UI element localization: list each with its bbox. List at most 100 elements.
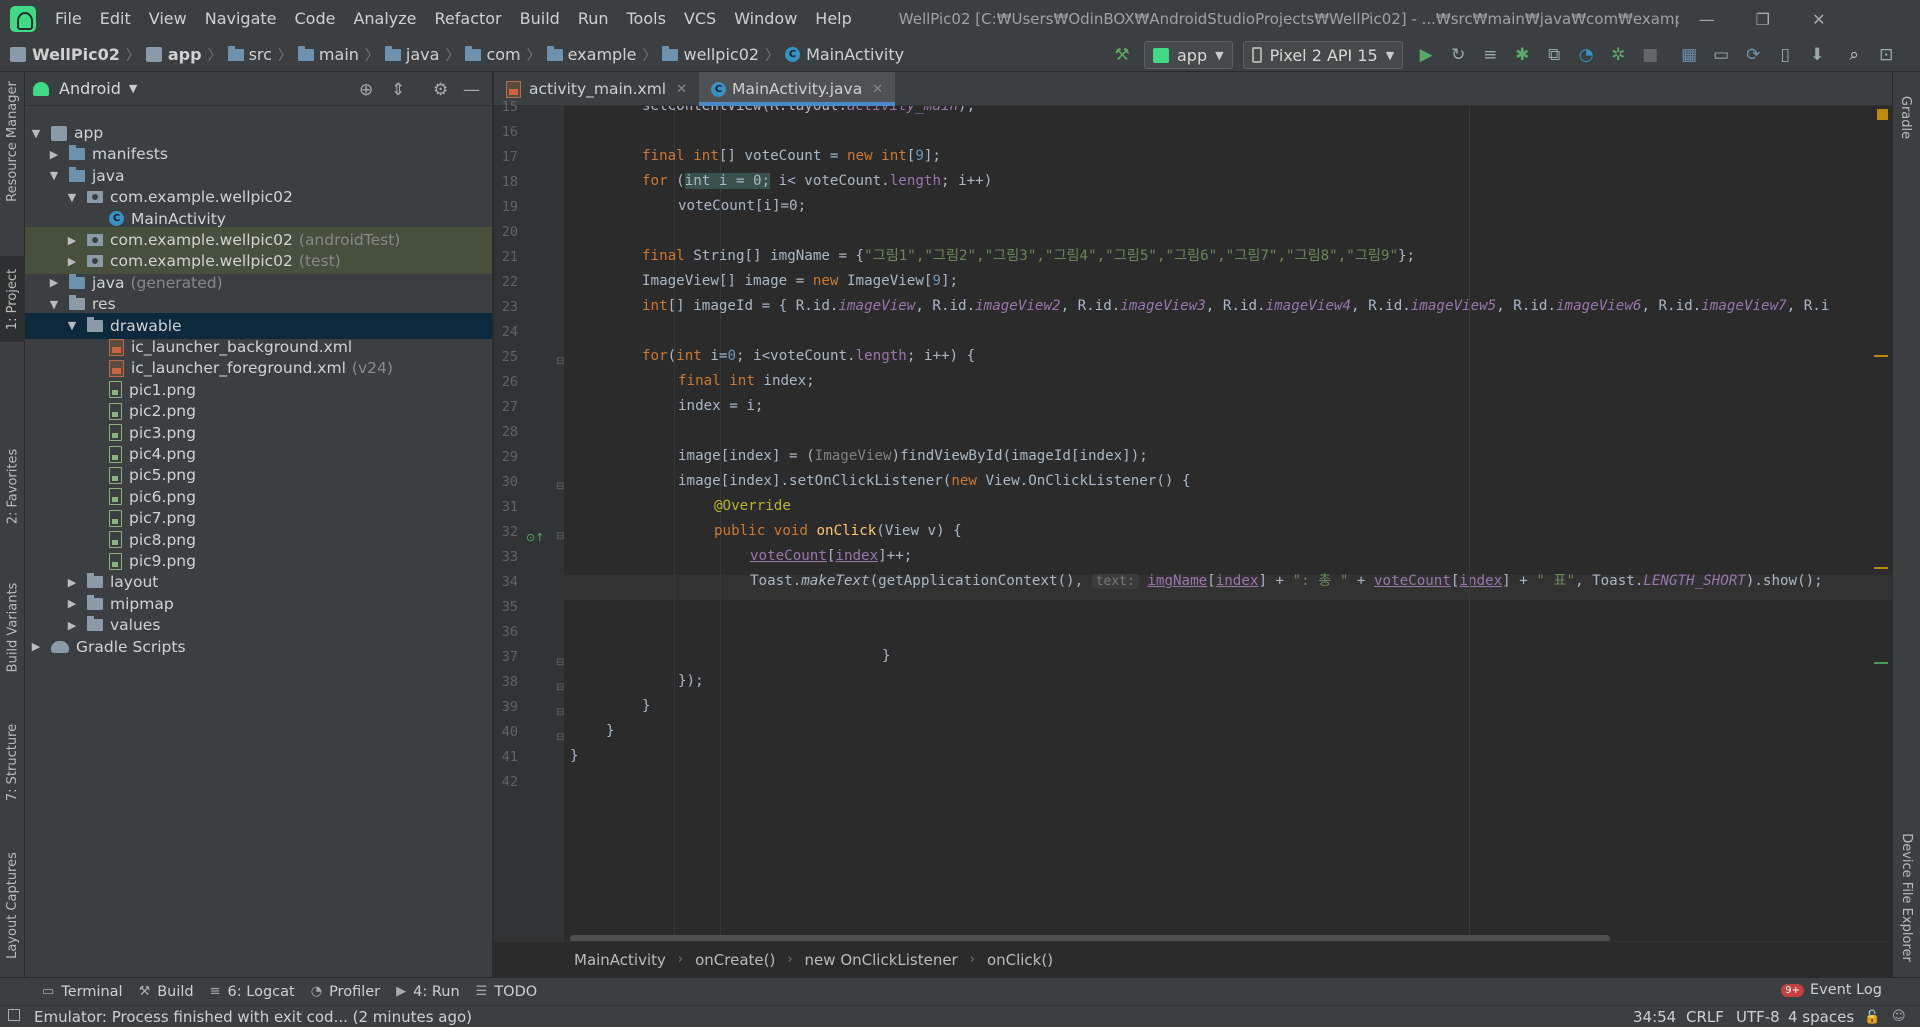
chevron-right-icon[interactable]: ▶	[47, 276, 61, 289]
crumb-project[interactable]: WellPic02 〉	[0, 45, 140, 65]
locate-icon[interactable]: ⊕	[359, 80, 373, 100]
chevron-down-icon[interactable]: ▼	[29, 127, 43, 140]
analysis-status-icon[interactable]	[1877, 109, 1888, 120]
chevron-right-icon[interactable]: ▶	[65, 619, 79, 632]
tab-todo[interactable]: ☰ TODO	[476, 984, 538, 1000]
run-config-select[interactable]: app ▼	[1144, 41, 1233, 69]
tab-project[interactable]: 1: Project	[0, 256, 25, 342]
chevron-down-icon[interactable]: ▼	[65, 319, 79, 332]
file-encoding[interactable]: UTF-8	[1736, 1008, 1780, 1026]
menu-refactor[interactable]: Refactor	[426, 0, 511, 38]
warning-stripe[interactable]	[1874, 567, 1888, 569]
event-log-tab[interactable]: 9+ Event Log	[1781, 982, 1882, 998]
debug-icon[interactable]: ✱	[1509, 42, 1535, 68]
tab-structure[interactable]: 7: Structure	[0, 712, 25, 812]
warning-stripe[interactable]	[1874, 355, 1888, 357]
status-toggle-icon[interactable]	[8, 1009, 20, 1021]
close-window-icon[interactable]: ✕	[1791, 10, 1847, 29]
menu-edit[interactable]: Edit	[91, 0, 140, 38]
device-select[interactable]: Pixel 2 API 15 ▼	[1242, 41, 1404, 69]
attach-debugger-icon[interactable]: ⧉	[1541, 42, 1567, 68]
crumb-example[interactable]: example 〉	[541, 45, 656, 65]
override-marker-icon[interactable]: ⊙↑	[526, 531, 544, 544]
tab-mainactivity-java[interactable]: C MainActivity.java ✕	[699, 72, 896, 106]
crumb-method[interactable]: onCreate()	[695, 951, 775, 969]
menu-navigate[interactable]: Navigate	[196, 0, 286, 38]
close-icon[interactable]: ✕	[676, 82, 687, 97]
crumb-anon-class[interactable]: new OnClickListener	[805, 951, 958, 969]
status-message[interactable]: Emulator: Process finished with exit cod…	[34, 1008, 472, 1026]
sdk-manager-icon[interactable]: ⬇	[1804, 42, 1830, 68]
hammer-build-icon[interactable]: ⚒	[1109, 42, 1135, 68]
tab-run[interactable]: ▶ 4: Run	[396, 984, 460, 1000]
indent-setting[interactable]: 4 spaces	[1788, 1008, 1854, 1026]
tab-logcat[interactable]: ≡ 6: Logcat	[210, 984, 295, 1000]
menu-window[interactable]: Window	[725, 0, 806, 38]
chevron-right-icon[interactable]: ▶	[65, 255, 79, 268]
tab-terminal[interactable]: ▭ Terminal	[42, 984, 123, 1000]
project-view-select[interactable]: Android	[59, 79, 121, 98]
lock-icon[interactable]: 🔓	[1864, 1010, 1880, 1025]
stop-icon[interactable]: ■	[1637, 42, 1663, 68]
tab-favorites[interactable]: 2: Favorites	[0, 444, 25, 528]
debug-attach-icon[interactable]: ✲	[1605, 42, 1631, 68]
tab-resource-manager[interactable]: Resource Manager	[0, 76, 25, 206]
sync-gradle-icon[interactable]: ⟳	[1740, 42, 1766, 68]
menu-file[interactable]: File	[46, 0, 91, 38]
crumb-wellpic02[interactable]: wellpic02 〉	[656, 45, 779, 65]
menu-help[interactable]: Help	[806, 0, 860, 38]
close-icon[interactable]: ✕	[872, 82, 883, 97]
crumb-class[interactable]: MainActivity	[574, 951, 666, 969]
tab-build[interactable]: ⚒ Build	[139, 984, 194, 1000]
apply-code-changes-icon[interactable]: ≡	[1477, 42, 1503, 68]
crumb-com[interactable]: com 〉	[459, 45, 541, 65]
collapse-all-icon[interactable]: ⇕	[391, 80, 405, 100]
apply-changes-icon[interactable]: ↻	[1445, 42, 1471, 68]
run-icon[interactable]: ▶	[1413, 42, 1439, 68]
caret-position[interactable]: 34:54	[1633, 1008, 1676, 1026]
line-separator[interactable]: CRLF	[1686, 1008, 1724, 1026]
tab-build-variants[interactable]: Build Variants	[0, 572, 25, 682]
avd-manager-icon[interactable]: ▭	[1708, 42, 1734, 68]
crumb-onclick[interactable]: onClick()	[987, 951, 1053, 969]
chevron-right-icon[interactable]: ▶	[65, 597, 79, 610]
search-icon[interactable]: ⌕	[1841, 42, 1867, 68]
menu-run[interactable]: Run	[569, 0, 618, 38]
restore-icon[interactable]: ❐	[1735, 10, 1791, 29]
tab-activity-main-xml[interactable]: activity_main.xml ✕	[494, 72, 699, 106]
menu-tools[interactable]: Tools	[618, 0, 675, 38]
chevron-right-icon[interactable]: ▶	[65, 576, 79, 589]
chevron-right-icon[interactable]: ▶	[29, 640, 43, 653]
crumb-java[interactable]: java 〉	[379, 45, 459, 65]
tab-gradle[interactable]: Gradle	[1892, 82, 1920, 152]
crumb-app[interactable]: app 〉	[140, 45, 222, 65]
chevron-down-icon[interactable]: ▼	[47, 169, 61, 182]
chevron-down-icon[interactable]: ▼	[65, 191, 79, 204]
tab-profiler[interactable]: ◔ Profiler	[311, 984, 380, 1000]
crumb-main[interactable]: main 〉	[292, 45, 379, 65]
tree-item[interactable]: ▶ Gradle Scripts	[25, 634, 492, 660]
profile-icon[interactable]: ◔	[1573, 42, 1599, 68]
chevron-right-icon[interactable]: ▶	[47, 148, 61, 161]
chevron-right-icon[interactable]: ▶	[65, 234, 79, 247]
gear-icon[interactable]: ⚙	[433, 80, 448, 100]
chevron-down-icon[interactable]: ▼	[47, 298, 61, 311]
project-structure-icon[interactable]: ▦	[1676, 42, 1702, 68]
menu-analyze[interactable]: Analyze	[344, 0, 425, 38]
menu-build[interactable]: Build	[511, 0, 569, 38]
tab-layout-captures[interactable]: Layout Captures	[0, 842, 25, 968]
chevron-down-icon[interactable]: ▼	[129, 82, 137, 95]
minimize-icon[interactable]: —	[1679, 10, 1735, 29]
change-stripe[interactable]	[1874, 662, 1888, 664]
hide-icon[interactable]: —	[463, 80, 480, 100]
layout-inspector-icon[interactable]: ⊡	[1873, 42, 1899, 68]
menu-view[interactable]: View	[140, 0, 196, 38]
crumb-mainactivity[interactable]: C MainActivity	[779, 45, 904, 64]
menu-code[interactable]: Code	[286, 0, 345, 38]
tab-device-file-explorer[interactable]: Device File Explorer	[1892, 812, 1920, 982]
code-editor[interactable]: setContentView(R.layout.activity_main); …	[564, 106, 1892, 941]
menu-vcs[interactable]: VCS	[675, 0, 725, 38]
device-manager-icon[interactable]: ▯	[1772, 42, 1798, 68]
hector-icon[interactable]: ☺	[1892, 1009, 1906, 1024]
crumb-src[interactable]: src 〉	[222, 45, 292, 65]
